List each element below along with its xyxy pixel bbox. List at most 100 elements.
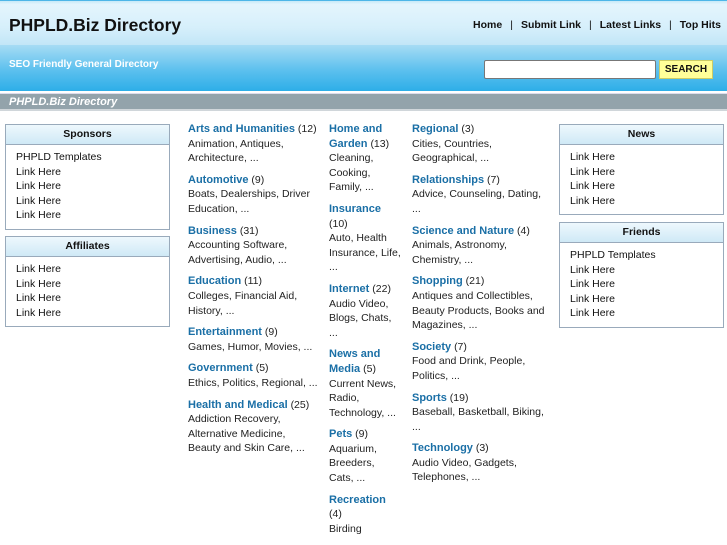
category-item: Entertainment (9) Games, Humor, Movies, .…	[188, 325, 318, 354]
subcategory-list[interactable]: Auto, Health Insurance, Life, ...	[329, 232, 401, 273]
breadcrumb-home[interactable]: PHPLD.Biz Directory	[9, 96, 117, 108]
category-item: Society (7) Food and Drink, People, Polit…	[412, 340, 547, 384]
category-link[interactable]: Recreation	[329, 494, 386, 506]
category-item: Pets (9) Aquarium, Breeders, Cats, ...	[329, 427, 401, 485]
category-link[interactable]: Technology	[412, 442, 473, 454]
category-link[interactable]: Society	[412, 341, 451, 353]
link-item[interactable]: Link Here	[570, 166, 615, 178]
link-item[interactable]: Link Here	[570, 293, 615, 305]
nav-separator: |	[669, 19, 672, 31]
category-link[interactable]: Automotive	[188, 174, 249, 186]
list-item: Link Here	[570, 292, 713, 307]
category-link[interactable]: Insurance	[329, 203, 381, 215]
subcategory-list[interactable]: Games, Humor, Movies, ...	[188, 341, 312, 353]
category-item: News and Media (5) Current News, Radio, T…	[329, 347, 401, 420]
subcategory-list[interactable]: Addiction Recovery, Alternative Medicine…	[188, 413, 305, 454]
link-item[interactable]: Link Here	[16, 180, 61, 192]
category-link[interactable]: Internet	[329, 283, 369, 295]
category-link[interactable]: Shopping	[412, 275, 463, 287]
news-box: News Link Here Link Here Link Here Link Here	[559, 124, 724, 215]
subcategory-list[interactable]: Cleaning, Cooking, Family, ...	[329, 152, 374, 193]
subcategory-list[interactable]: Current News, Radio, Technology, ...	[329, 378, 396, 419]
nav-latest-links[interactable]: Latest Links	[600, 19, 661, 31]
nav-top-hits[interactable]: Top Hits	[680, 19, 721, 31]
subcategory-list[interactable]: Birding	[329, 523, 362, 535]
link-item[interactable]: Link Here	[570, 307, 615, 319]
link-item[interactable]: Link Here	[570, 151, 615, 163]
list-item: Link Here	[570, 179, 713, 194]
link-item[interactable]: Link Here	[16, 307, 61, 319]
subcategory-list[interactable]: Ethics, Politics, Regional, ...	[188, 377, 318, 389]
link-item[interactable]: Link Here	[16, 263, 61, 275]
link-item[interactable]: Link Here	[16, 292, 61, 304]
category-count: (25)	[290, 398, 310, 411]
subcategory-list[interactable]: Antiques and Collectibles, Beauty Produc…	[412, 290, 545, 331]
category-count: (5)	[255, 362, 269, 375]
subcategory-list[interactable]: Aquarium, Breeders, Cats, ...	[329, 443, 377, 484]
affiliates-list: Link Here Link Here Link Here Link Here	[6, 257, 169, 326]
list-item: Link Here	[16, 179, 159, 194]
category-count: (11)	[244, 275, 262, 288]
affiliates-box: Affiliates Link Here Link Here Link Here Lin…	[5, 236, 170, 327]
subcategory-list[interactable]: Animals, Astronomy, Chemistry, ...	[412, 239, 507, 266]
subcategory-list[interactable]: Audio Video, Blogs, Chats, ...	[329, 298, 391, 339]
category-count: (21)	[465, 275, 485, 288]
category-link[interactable]: Science and Nature	[412, 225, 514, 237]
nav-submit-link[interactable]: Submit Link	[521, 19, 581, 31]
list-item: Link Here	[16, 306, 159, 321]
search-input[interactable]	[484, 60, 656, 79]
category-link[interactable]: Relationships	[412, 174, 484, 186]
category-link[interactable]: Sports	[412, 392, 447, 404]
category-count: (9)	[355, 428, 369, 441]
category-count: (3)	[461, 123, 475, 135]
category-link[interactable]: Entertainment	[188, 326, 262, 338]
header-band: SEO Friendly General Directory SEARCH	[0, 45, 727, 91]
link-item[interactable]: Link Here	[570, 195, 615, 207]
category-link[interactable]: Health and Medical	[188, 399, 288, 411]
link-item[interactable]: Link Here	[570, 264, 615, 276]
category-item: Government (5) Ethics, Politics, Regional…	[188, 361, 318, 390]
category-item: Insurance (10) Auto, Health Insurance, Li…	[329, 202, 401, 275]
category-count: (13)	[370, 137, 390, 150]
affiliates-title: Affiliates	[6, 237, 169, 257]
site-title[interactable]: PHPLD.Biz Directory	[9, 15, 181, 36]
subcategory-list[interactable]: Colleges, Financial Aid, History, ...	[188, 290, 297, 317]
subcategory-list[interactable]: Animation, Antiques, Architecture, ...	[188, 138, 284, 165]
category-count: (7)	[454, 340, 467, 353]
link-item[interactable]: PHPLD Templates	[16, 151, 102, 163]
category-link[interactable]: Regional	[412, 123, 458, 135]
list-item: Link Here	[570, 165, 713, 180]
category-count: (22)	[372, 282, 391, 295]
link-item[interactable]: Link Here	[570, 180, 615, 192]
category-count: (12)	[297, 123, 317, 135]
link-item[interactable]: Link Here	[16, 209, 61, 221]
subcategory-list[interactable]: Baseball, Basketball, Biking, ...	[412, 406, 544, 433]
category-link[interactable]: Pets	[329, 428, 352, 440]
search-button[interactable]: SEARCH	[659, 60, 713, 79]
top-nav: Home | Submit Link | Latest Links | Top Hits	[473, 19, 721, 31]
subcategory-list[interactable]: Cities, Countries, Geographical, ...	[412, 138, 492, 165]
nav-home[interactable]: Home	[473, 19, 502, 31]
link-item[interactable]: Link Here	[570, 278, 615, 290]
subcategory-list[interactable]: Advice, Counseling, Dating, ...	[412, 188, 541, 215]
category-count: (5)	[363, 362, 376, 375]
link-item[interactable]: Link Here	[16, 166, 61, 178]
category-link[interactable]: Arts and Humanities	[188, 123, 295, 135]
category-link[interactable]: Government	[188, 362, 253, 374]
category-item: Shopping (21) Antiques and Collectibles, …	[412, 274, 547, 332]
friends-box: Friends PHPLD Templates Link Here Link Here…	[559, 222, 724, 328]
list-item: Link Here	[570, 150, 713, 165]
subcategory-list[interactable]: Audio Video, Gadgets, Telephones, ...	[412, 457, 517, 484]
category-item: Internet (22) Audio Video, Blogs, Chats, …	[329, 282, 401, 340]
subcategory-list[interactable]: Accounting Software, Advertising, Audio,…	[188, 239, 287, 266]
link-item[interactable]: PHPLD Templates	[570, 249, 656, 261]
link-item[interactable]: Link Here	[16, 278, 61, 290]
nav-separator: |	[589, 19, 592, 31]
category-link[interactable]: Education	[188, 275, 241, 287]
list-item: Link Here	[16, 291, 159, 306]
subcategory-list[interactable]: Boats, Dealerships, Driver Education, ..…	[188, 188, 310, 215]
link-item[interactable]: Link Here	[16, 195, 61, 207]
category-link[interactable]: Business	[188, 225, 237, 237]
subcategory-list[interactable]: Food and Drink, People, Politics, ...	[412, 355, 525, 382]
category-item: Health and Medical (25) Addiction Recover…	[188, 398, 318, 456]
